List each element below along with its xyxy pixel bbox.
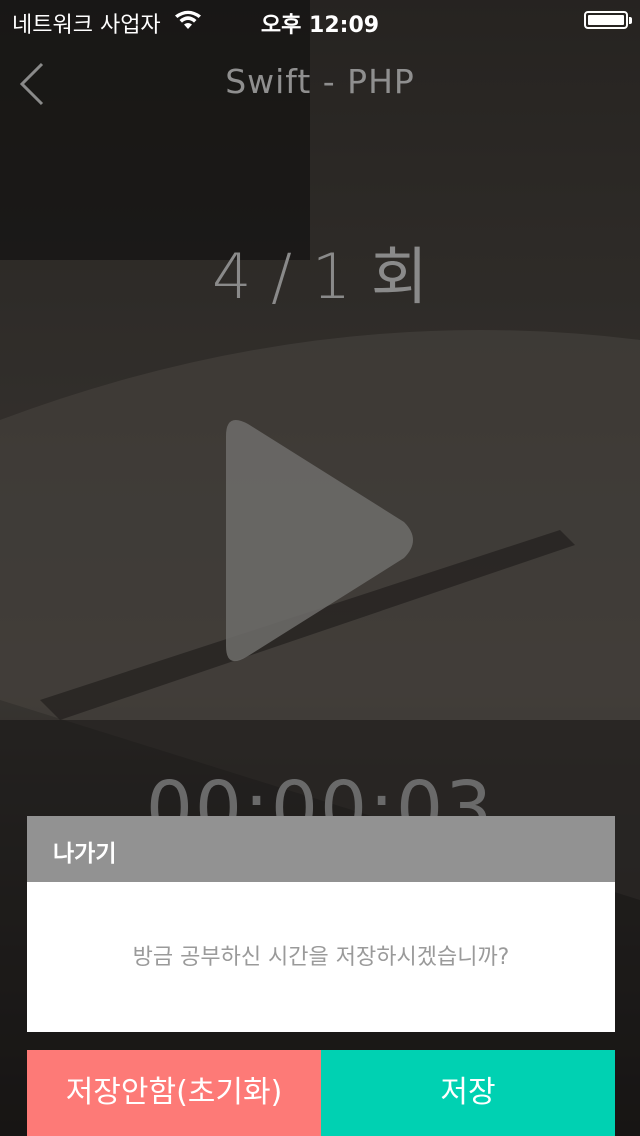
battery-icon (584, 11, 632, 29)
dont-save-button[interactable]: 저장안함(초기화) (27, 1050, 321, 1136)
dialog-title: 나가기 (53, 841, 117, 867)
save-button[interactable]: 저장 (321, 1050, 615, 1136)
dialog-header: 나가기 (27, 816, 615, 882)
dialog-body: 방금 공부하신 시간을 저장하시겠습니까? (27, 882, 615, 1032)
play-icon[interactable] (222, 412, 422, 672)
session-count: 4 / 1 회 (212, 240, 428, 313)
page-title: Swift - PHP (225, 62, 415, 101)
screen: 네트워크 사업자 오후 12:09 Swift - PHP 4 / 1 회 00… (0, 0, 640, 1136)
status-time: 오후 12:09 (260, 13, 380, 38)
status-bar: 네트워크 사업자 오후 12:09 (0, 0, 640, 40)
dialog-message: 방금 공부하신 시간을 저장하시겠습니까? (132, 945, 510, 970)
